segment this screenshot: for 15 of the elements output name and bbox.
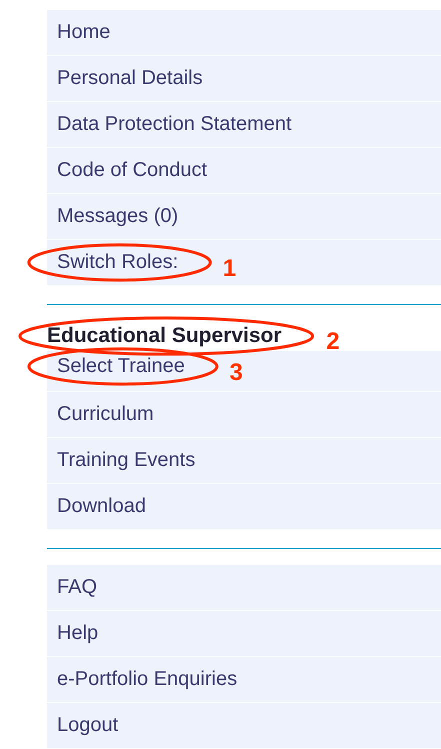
menu-item[interactable]: Code of Conduct — [47, 148, 441, 194]
menu-item[interactable]: FAQ — [47, 565, 441, 611]
annotation-number: 1 — [222, 257, 236, 281]
menu-item[interactable]: Home — [47, 10, 441, 56]
annotation-number: 2 — [326, 330, 340, 354]
menu-item[interactable]: Data Protection Statement — [47, 102, 441, 148]
menu-item[interactable]: e-Portfolio Enquiries — [47, 657, 441, 703]
menu-item[interactable]: Training Events — [47, 438, 441, 484]
menu-item[interactable]: Personal Details — [47, 56, 441, 102]
menu-item[interactable]: Help — [47, 611, 441, 657]
menu-item[interactable]: Messages (0) — [47, 194, 441, 240]
menu-item[interactable]: Curriculum — [47, 392, 441, 438]
menu-item[interactable]: Logout — [47, 703, 441, 749]
annotation-number: 3 — [230, 361, 243, 385]
menu-item[interactable]: Download — [47, 484, 441, 530]
